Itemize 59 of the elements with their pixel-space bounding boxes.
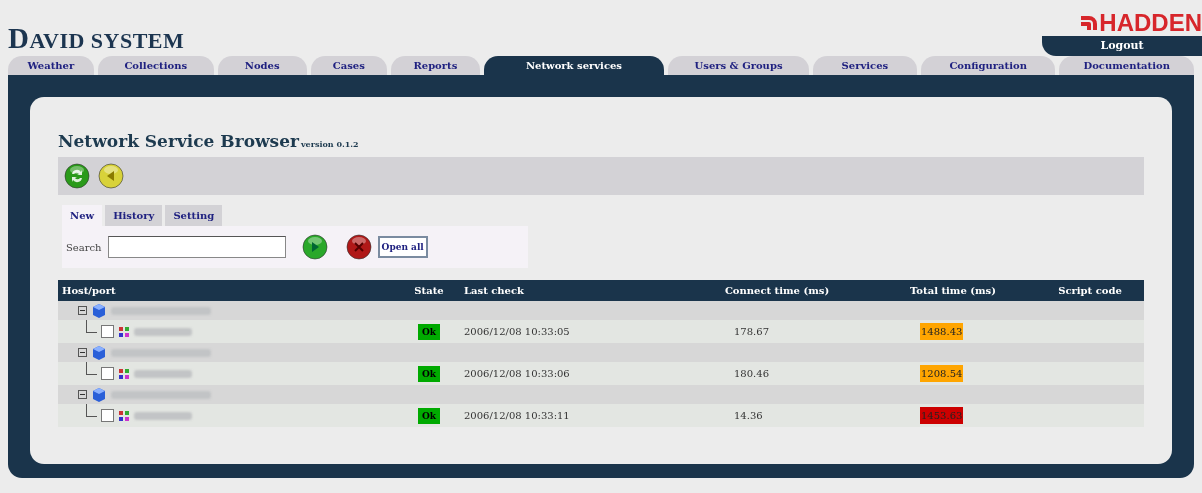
app-title: DAVID SYSTEM (8, 22, 185, 55)
row-checkbox[interactable] (101, 325, 114, 338)
sub-tab[interactable]: Setting (165, 205, 223, 226)
table-cell: 178.67 (684, 320, 870, 343)
status-badge: Ok (417, 407, 441, 424)
cube-icon (91, 344, 107, 361)
blurred-text (134, 369, 192, 378)
status-badge: Ok (417, 365, 441, 382)
row-checkbox[interactable] (101, 367, 114, 380)
go-icon[interactable] (301, 234, 328, 260)
row-checkbox[interactable] (101, 409, 114, 422)
table-cell: 180.46 (684, 362, 870, 385)
nav-tab[interactable]: Network services (483, 56, 665, 75)
nav-tab[interactable]: Services (812, 56, 917, 75)
column-header: Host/port (58, 280, 398, 301)
nav-tab[interactable]: Configuration (920, 56, 1056, 75)
table-cell: 2006/12/08 10:33:06 (460, 362, 684, 385)
company-logo: HADDEN (1079, 10, 1202, 36)
cube-icon (91, 386, 107, 403)
page-title: Network Service Browser (58, 131, 299, 151)
status-badge: Ok (417, 323, 441, 340)
column-header: Script code (1036, 280, 1144, 301)
nav-tab[interactable]: Weather (8, 56, 94, 75)
network-icon (118, 367, 130, 380)
nav-tab[interactable]: Nodes (217, 56, 307, 75)
nav-tab[interactable]: Users & Groups (668, 56, 809, 75)
sub-tab[interactable]: History (105, 205, 163, 226)
table-cell: 2006/12/08 10:33:11 (460, 404, 684, 427)
column-header: Total time (ms) (870, 280, 1036, 301)
cube-icon (91, 302, 107, 319)
logout-link[interactable]: Logout (1042, 36, 1202, 56)
blurred-text (134, 327, 192, 336)
table-cell: 2006/12/08 10:33:05 (460, 320, 684, 343)
total-time-badge: 1488.43 (920, 323, 964, 340)
column-header: Last check (460, 280, 684, 301)
collapse-icon[interactable] (78, 348, 87, 357)
nav-tab[interactable]: Cases (310, 56, 388, 75)
nav-tab[interactable]: Collections (97, 56, 214, 75)
cancel-icon[interactable] (345, 234, 372, 260)
collapse-icon[interactable] (78, 306, 87, 315)
signal-waves-icon (1079, 14, 1100, 32)
search-label: Search (66, 241, 102, 253)
column-header: Connect time (ms) (684, 280, 870, 301)
version-label: version 0.1.2 (300, 139, 359, 149)
search-field[interactable] (107, 236, 286, 258)
network-icon (118, 409, 130, 422)
nav-tab[interactable]: Reports (391, 56, 480, 75)
column-header: State (398, 280, 460, 301)
sub-tab[interactable]: New (62, 205, 103, 226)
total-time-badge: 1453.63 (920, 407, 964, 424)
network-icon (118, 325, 130, 338)
back-icon[interactable] (98, 163, 124, 189)
nav-tab[interactable]: Documentation (1059, 56, 1194, 75)
blurred-text (134, 411, 192, 420)
refresh-icon[interactable] (64, 163, 90, 189)
total-time-badge: 1208.54 (920, 365, 964, 382)
collapse-icon[interactable] (78, 390, 87, 399)
table-cell: 14.36 (684, 404, 870, 427)
open-all-button[interactable]: Open all (377, 236, 428, 258)
